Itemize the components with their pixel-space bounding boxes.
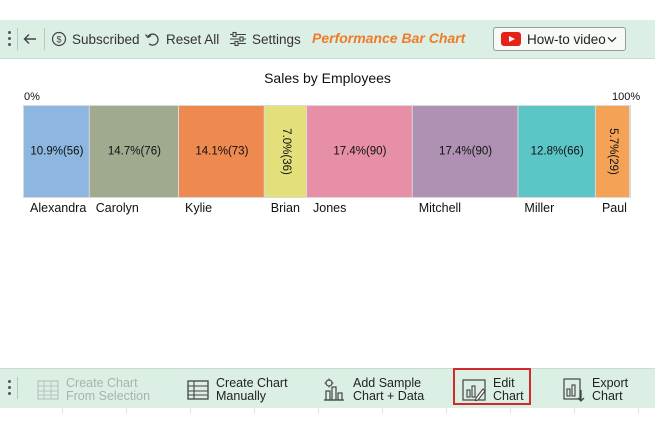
category-label-carolyn: Carolyn <box>96 201 139 215</box>
data-label-carolyn: 14.7%(76) <box>108 146 161 158</box>
add-sample-chart-button[interactable]: Add Sample Chart + Data <box>321 375 424 405</box>
performance-bar-chart[interactable]: 10.9%(56) Alexandra 14.7%(76) Carolyn 14.1%(… <box>0 0 655 240</box>
create-chart-from-selection-button[interactable]: Create Chart From Selection <box>36 375 150 405</box>
data-label-brian: 7.0%(36) <box>280 128 292 175</box>
create-from-selection-label: Create Chart From Selection <box>66 376 151 403</box>
export-chart-icon <box>563 378 585 402</box>
ribbon-separator <box>17 377 18 399</box>
category-label-paul: Paul <box>602 201 627 215</box>
category-label-miller: Miller <box>524 201 554 215</box>
category-label-kylie: Kylie <box>185 201 212 215</box>
data-label-kylie: 14.1%(73) <box>195 146 248 158</box>
category-label-alexandra: Alexandra <box>30 201 86 215</box>
data-label-mitchell: 17.4%(90) <box>439 146 492 158</box>
table-list-icon <box>187 380 209 400</box>
create-chart-manually-button[interactable]: Create Chart Manually <box>186 375 288 405</box>
sample-chart-icon <box>324 378 344 401</box>
category-label-mitchell: Mitchell <box>419 201 461 215</box>
export-chart-label: Export Chart <box>592 376 629 403</box>
ribbon-grip-icon[interactable] <box>8 380 12 398</box>
spreadsheet-strip <box>0 408 655 435</box>
edit-chart-button[interactable]: Edit Chart <box>461 375 524 405</box>
add-sample-label: Add Sample Chart + Data <box>353 376 425 403</box>
data-label-jones: 17.4%(90) <box>333 146 386 158</box>
edit-chart-label: Edit Chart <box>493 376 524 403</box>
category-label-brian: Brian <box>271 201 300 215</box>
export-chart-button[interactable]: Export Chart <box>562 375 628 405</box>
data-label-miller: 12.8%(66) <box>531 146 584 158</box>
data-label-alexandra: 10.9%(56) <box>30 146 83 158</box>
edit-chart-icon <box>462 379 486 402</box>
create-manually-label: Create Chart Manually <box>216 376 288 403</box>
category-label-jones: Jones <box>313 201 346 215</box>
data-label-paul: 5.7%(29) <box>607 128 619 175</box>
table-grid-icon <box>37 380 59 400</box>
bottom-ribbon: Create Chart From Selection Create Chart M… <box>0 368 655 408</box>
